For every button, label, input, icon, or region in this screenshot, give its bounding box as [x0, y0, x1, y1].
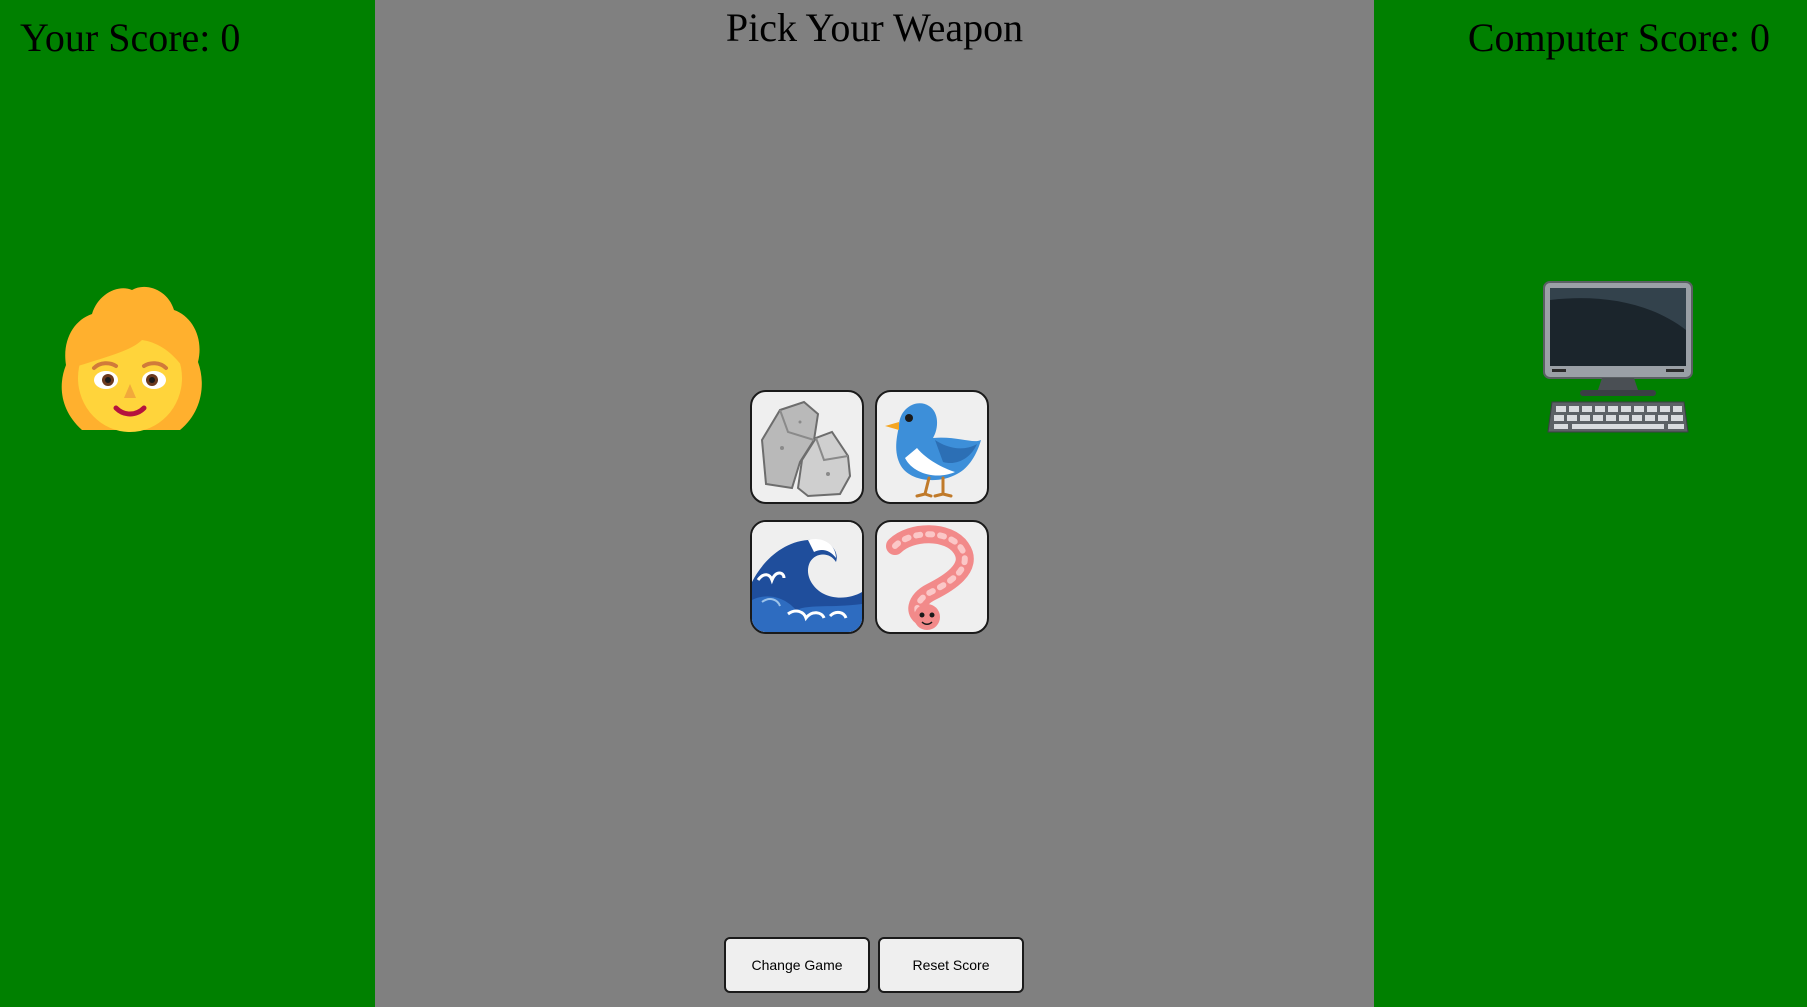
weapon-bird-button[interactable]	[875, 390, 989, 504]
change-game-button[interactable]: Change Game	[724, 937, 870, 993]
bird-icon	[885, 403, 981, 498]
weapon-selection-panel: Pick Your Weapon Change Game Reset Score	[375, 0, 1374, 1007]
desktop-computer-icon	[1540, 280, 1696, 436]
weapon-wave-button[interactable]	[750, 520, 864, 634]
worm-icon	[886, 525, 974, 630]
player-panel: Your Score: 0	[0, 0, 375, 1007]
woman-face-icon	[52, 280, 208, 436]
player-score: Your Score: 0	[20, 15, 241, 60]
computer-score: Computer Score: 0	[1467, 15, 1770, 60]
water-wave-icon	[752, 522, 862, 632]
computer-panel: Computer Score: 0	[1374, 0, 1807, 1007]
page-title: Pick Your Weapon	[725, 5, 1024, 50]
rock-icon	[760, 400, 852, 498]
game-app: Your Score: 0 Pick Your Weapon Change Ga…	[0, 0, 1807, 1007]
weapon-rock-button[interactable]	[750, 390, 864, 504]
reset-score-button[interactable]: Reset Score	[878, 937, 1024, 993]
weapon-worm-button[interactable]	[875, 520, 989, 634]
